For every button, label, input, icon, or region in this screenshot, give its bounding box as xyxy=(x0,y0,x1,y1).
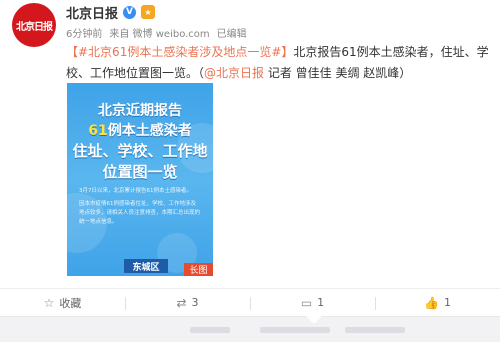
like-button[interactable]: 👍 1 xyxy=(375,289,500,316)
blurred-text xyxy=(345,327,405,333)
long-image-badge: 长图 xyxy=(184,263,213,276)
blurred-text xyxy=(190,327,230,333)
weibo-post-card: 北京日报 北京日报 V ★ 6分钟前 来自 微博 weibo.com 已编辑 【… xyxy=(0,0,500,342)
post-text: 【#北京61例本土感染者涉及地点一览#】北京报告61例本土感染者，住址、学校、工… xyxy=(66,42,491,84)
action-bar: ☆ 收藏 ⇄ 3 ▭ 1 👍 1 xyxy=(0,288,500,316)
avatar[interactable]: 北京日报 xyxy=(12,3,56,47)
repost-button[interactable]: ⇄ 3 xyxy=(125,289,250,316)
topic-link[interactable]: 【#北京61例本土感染者涉及地点一览#】 xyxy=(66,45,293,59)
post-image[interactable]: 北京近期报告 61例本土感染者 住址、学校、工作地 位置图一览 3月7日以来，北… xyxy=(67,83,213,276)
favorite-button[interactable]: ☆ 收藏 xyxy=(0,289,125,316)
thumbs-up-icon: 👍 xyxy=(424,295,439,310)
blurred-text xyxy=(260,327,330,333)
image-title-line1: 北京近期报告 xyxy=(98,103,182,119)
district-label: 东城区 xyxy=(124,259,168,273)
image-body-text: 3月7日以来，北京累计报告61例本土感染者。 因本市疫情61例感染者住址、学校、… xyxy=(79,188,201,225)
edited-label[interactable]: 已编辑 xyxy=(217,25,247,40)
post-meta: 6分钟前 来自 微博 weibo.com 已编辑 xyxy=(66,25,247,40)
image-title-line3: 住址、学校、工作地 xyxy=(72,142,208,160)
vip-badge-icon: ★ xyxy=(141,5,156,19)
verified-icon: V xyxy=(123,5,137,19)
comment-area xyxy=(0,316,500,342)
comment-button[interactable]: ▭ 1 xyxy=(250,289,375,316)
username-link[interactable]: 北京日报 xyxy=(66,3,118,22)
comment-pointer xyxy=(306,316,322,324)
mention-link[interactable]: @北京日报 xyxy=(204,66,264,80)
user-row: 北京日报 V ★ xyxy=(66,3,156,22)
image-title-line2: 61例本土感染者 xyxy=(88,123,192,139)
repost-icon: ⇄ xyxy=(176,295,187,310)
comment-icon: ▭ xyxy=(300,295,313,310)
post-source: 来自 微博 weibo.com xyxy=(109,29,210,40)
image-title-line4: 位置图一览 xyxy=(102,163,178,181)
post-time[interactable]: 6分钟前 xyxy=(66,25,102,40)
post-tail: 记者 曾佳佳 美绸 赵凯峰） xyxy=(264,66,412,80)
star-icon: ☆ xyxy=(43,295,55,310)
